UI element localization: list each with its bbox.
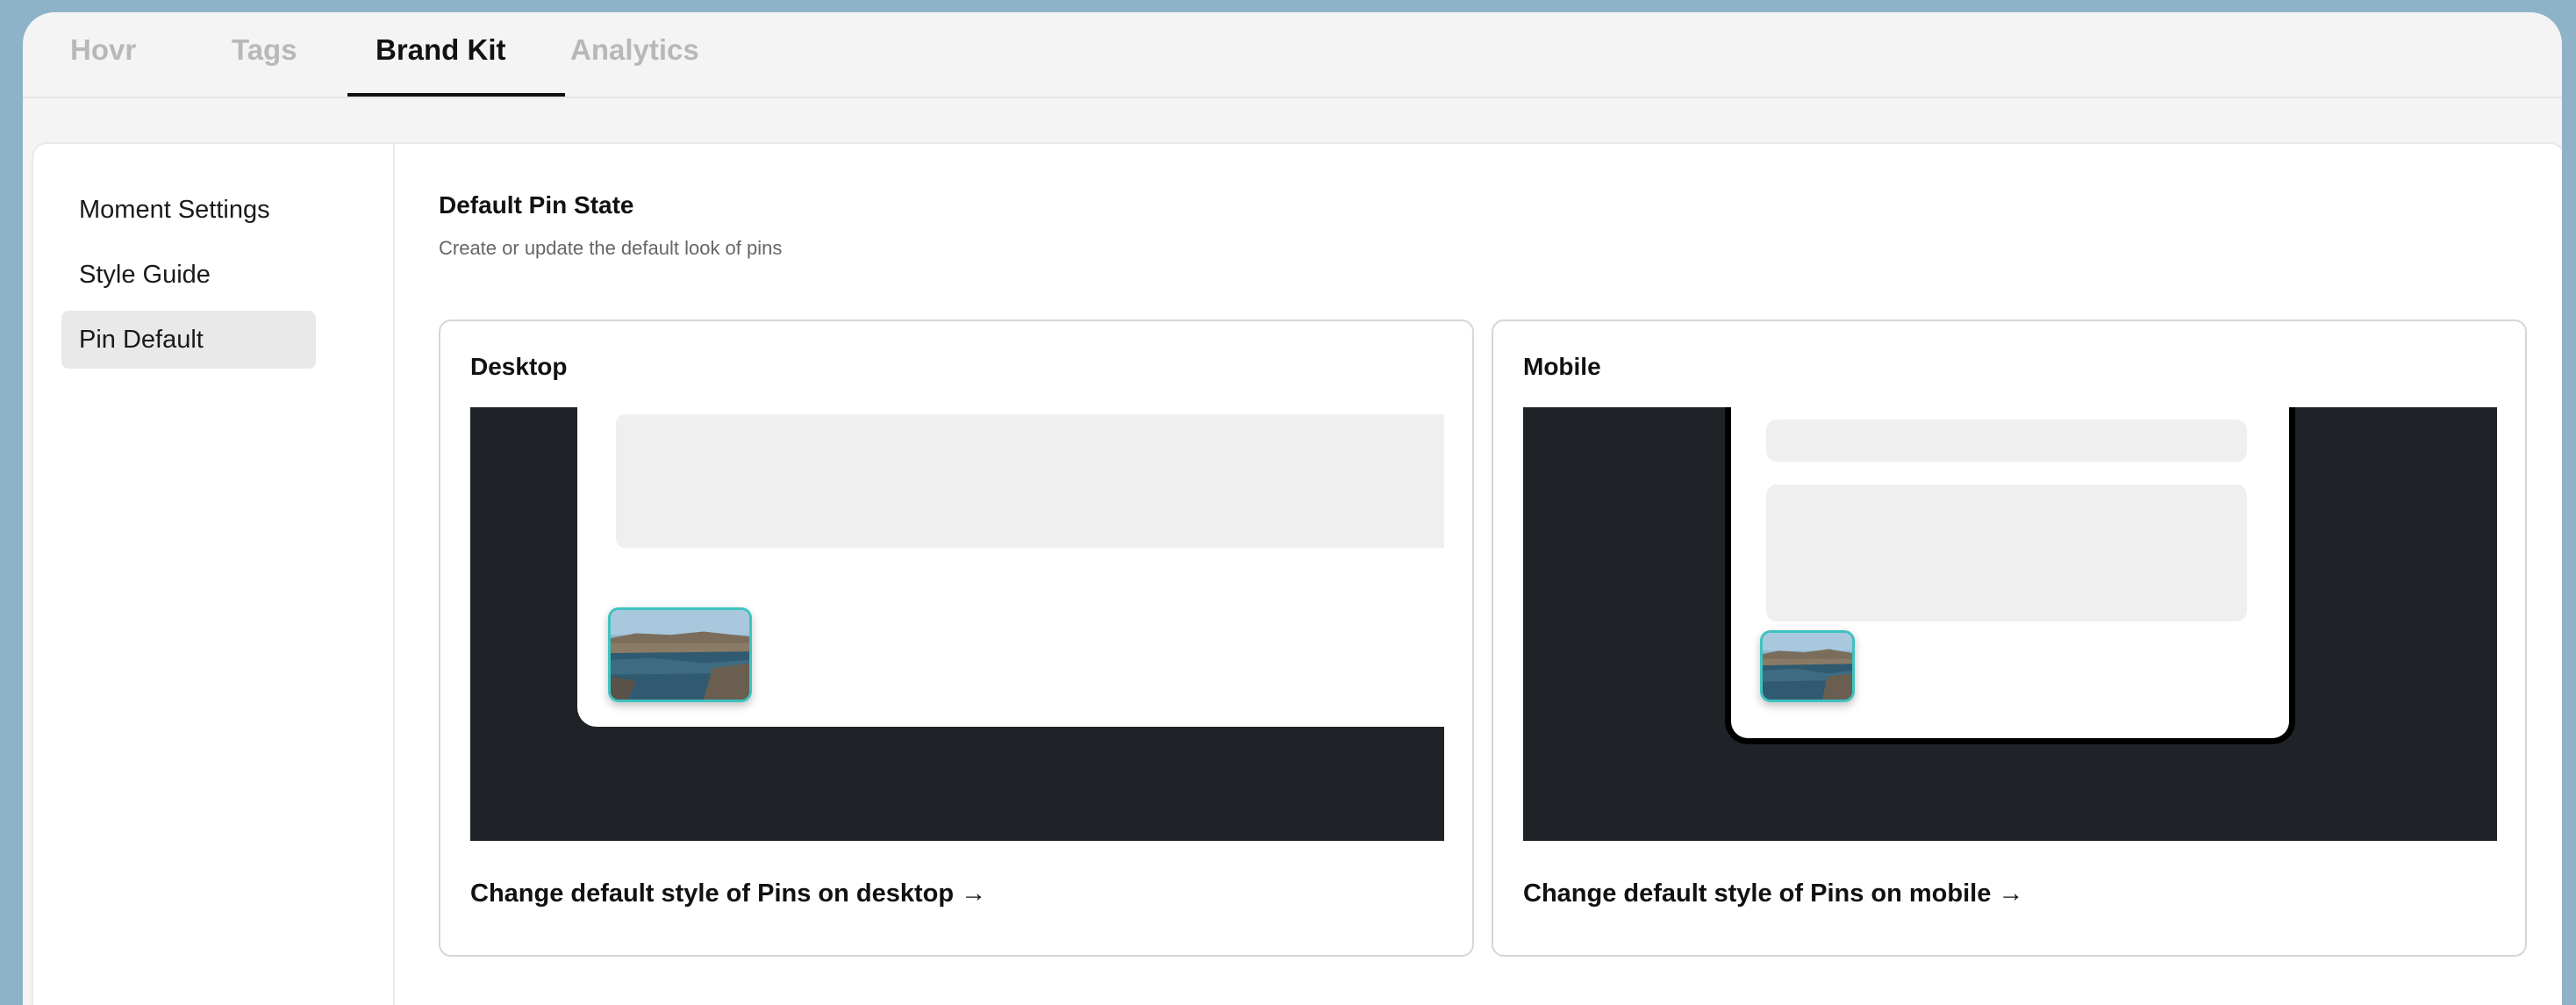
tab-tags[interactable]: Tags bbox=[232, 33, 297, 67]
app-window: Hovr Tags Brand Kit Analytics Moment Set… bbox=[23, 12, 2562, 1005]
active-tab-indicator bbox=[347, 93, 565, 97]
desktop-pin-thumbnail[interactable] bbox=[608, 607, 752, 702]
mobile-style-link-label: Change default style of Pins on mobile bbox=[1523, 879, 1992, 908]
mobile-card-title: Mobile bbox=[1523, 353, 1601, 380]
tab-analytics[interactable]: Analytics bbox=[570, 33, 699, 67]
river-city-photo-icon bbox=[1763, 633, 1852, 700]
mobile-header-placeholder bbox=[1766, 420, 2247, 462]
sidebar-item-moment-settings[interactable]: Moment Settings bbox=[61, 181, 316, 239]
mobile-content-placeholder bbox=[1766, 485, 2247, 621]
desktop-preview bbox=[470, 407, 1444, 841]
mobile-preview bbox=[1523, 407, 2497, 841]
desktop-content-placeholder bbox=[616, 414, 1444, 548]
mobile-card: Mobile Change default style of Pins on m… bbox=[1492, 319, 2527, 957]
river-city-photo-icon bbox=[611, 610, 749, 700]
arrow-right-icon: → bbox=[1998, 879, 2024, 908]
settings-sidebar: Moment Settings Style Guide Pin Default bbox=[33, 144, 395, 1005]
desktop-card: Desktop Change default style of Pins on … bbox=[439, 319, 1474, 957]
desktop-style-link[interactable]: Change default style of Pins on desktop → bbox=[470, 879, 986, 908]
sidebar-item-pin-default[interactable]: Pin Default bbox=[61, 311, 316, 369]
desktop-card-title: Desktop bbox=[470, 353, 568, 380]
mobile-pin-thumbnail[interactable] bbox=[1760, 630, 1855, 702]
tab-hovr[interactable]: Hovr bbox=[70, 33, 136, 67]
top-tab-bar: Hovr Tags Brand Kit Analytics bbox=[23, 12, 2562, 98]
arrow-right-icon: → bbox=[961, 879, 987, 908]
section-subtitle: Create or update the default look of pin… bbox=[439, 237, 783, 259]
mobile-style-link[interactable]: Change default style of Pins on mobile → bbox=[1523, 879, 2023, 908]
tab-brand-kit[interactable]: Brand Kit bbox=[376, 33, 506, 67]
section-title: Default Pin State bbox=[439, 191, 634, 219]
sidebar-item-style-guide[interactable]: Style Guide bbox=[61, 246, 316, 304]
desktop-style-link-label: Change default style of Pins on desktop bbox=[470, 879, 955, 908]
content-panel: Moment Settings Style Guide Pin Default … bbox=[32, 142, 2562, 1005]
